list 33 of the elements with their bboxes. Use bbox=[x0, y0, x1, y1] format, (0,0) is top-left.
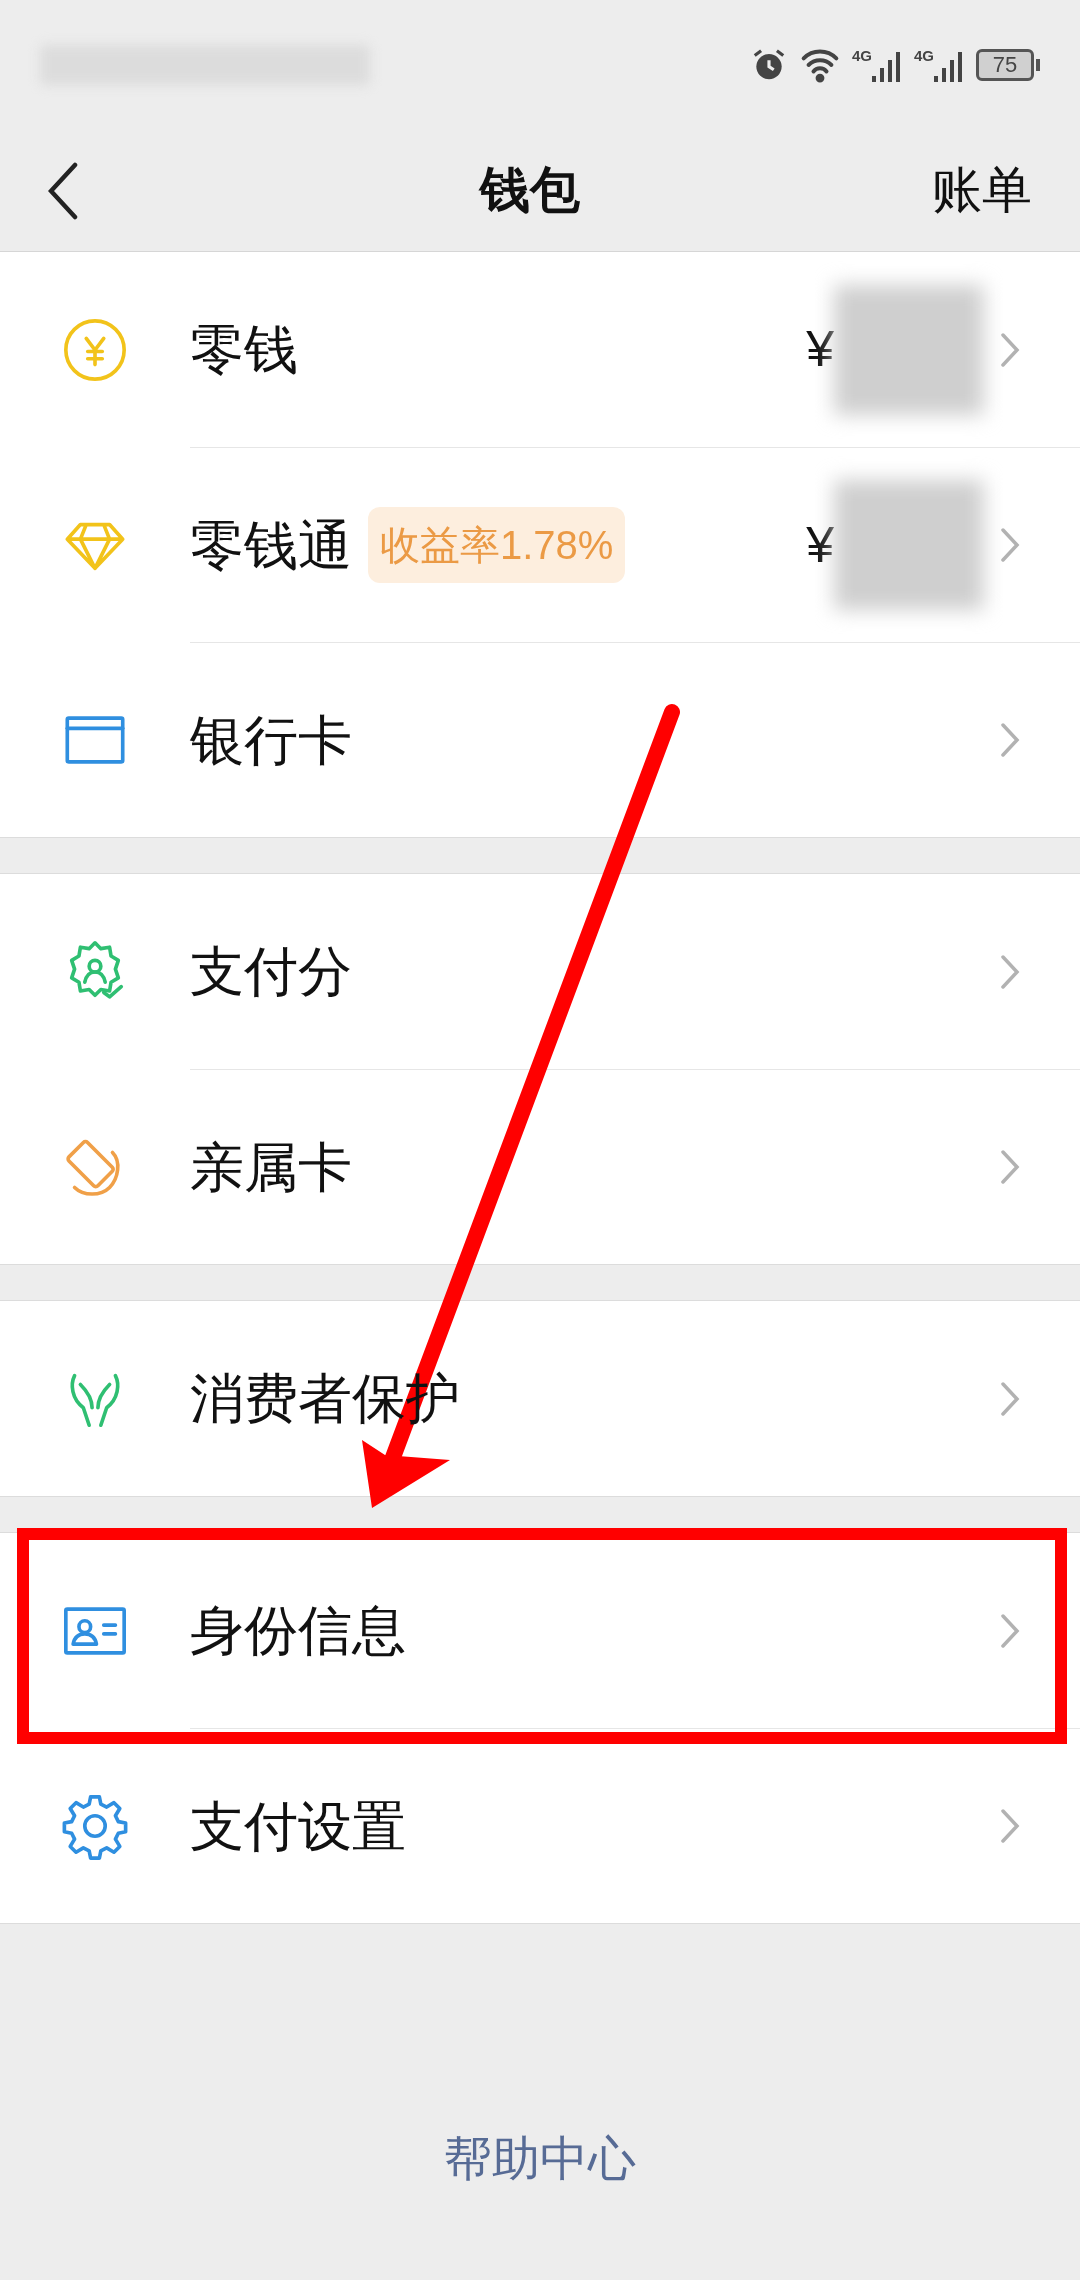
menu-label: 银行卡 bbox=[190, 708, 352, 772]
bill-button[interactable]: 账单 bbox=[932, 153, 1032, 228]
menu-item[interactable]: 支付设置 bbox=[0, 1728, 1080, 1923]
menu-item[interactable]: 零钱通 收益率1.78% ¥ bbox=[0, 447, 1080, 642]
chevron-right-icon bbox=[1000, 953, 1020, 990]
network-label: 4G bbox=[914, 48, 934, 63]
chevron-right-icon bbox=[1000, 1808, 1020, 1844]
menu-label: 身份信息 bbox=[190, 1599, 406, 1662]
menu-label: 零钱通 bbox=[190, 513, 352, 577]
menu-label: 支付设置 bbox=[190, 1794, 406, 1858]
amount-value: ¥ bbox=[806, 320, 834, 379]
menu-label: 支付分 bbox=[190, 940, 352, 1003]
chevron-right-icon bbox=[1000, 1149, 1020, 1185]
help-center-link[interactable]: 帮助中心 bbox=[444, 2123, 636, 2195]
menu-label: 亲属卡 bbox=[190, 1135, 352, 1199]
menu-item[interactable]: 银行卡 bbox=[0, 642, 1080, 837]
wifi-icon bbox=[799, 47, 840, 83]
page-title: 钱包 bbox=[480, 161, 580, 220]
menu-label: 零钱 bbox=[190, 318, 298, 381]
chevron-right-icon bbox=[1000, 1612, 1020, 1649]
chevron-right-icon bbox=[1000, 527, 1020, 563]
amount-value: ¥ bbox=[806, 515, 834, 575]
battery-indicator: 75 bbox=[976, 49, 1034, 81]
network-label: 4G bbox=[851, 48, 872, 63]
menu-item[interactable]: 零钱 ¥ bbox=[0, 252, 1080, 447]
chevron-right-icon bbox=[1000, 1380, 1020, 1417]
menu-item[interactable]: 支付分 bbox=[0, 874, 1080, 1069]
chevron-right-icon bbox=[1000, 331, 1020, 368]
chevron-right-icon bbox=[1000, 722, 1020, 758]
back-icon bbox=[48, 161, 78, 220]
yield-tag: 收益率1.78% bbox=[368, 507, 626, 583]
menu-item[interactable]: 身份信息 bbox=[0, 1533, 1080, 1728]
menu-item[interactable]: 亲属卡 bbox=[0, 1069, 1080, 1264]
